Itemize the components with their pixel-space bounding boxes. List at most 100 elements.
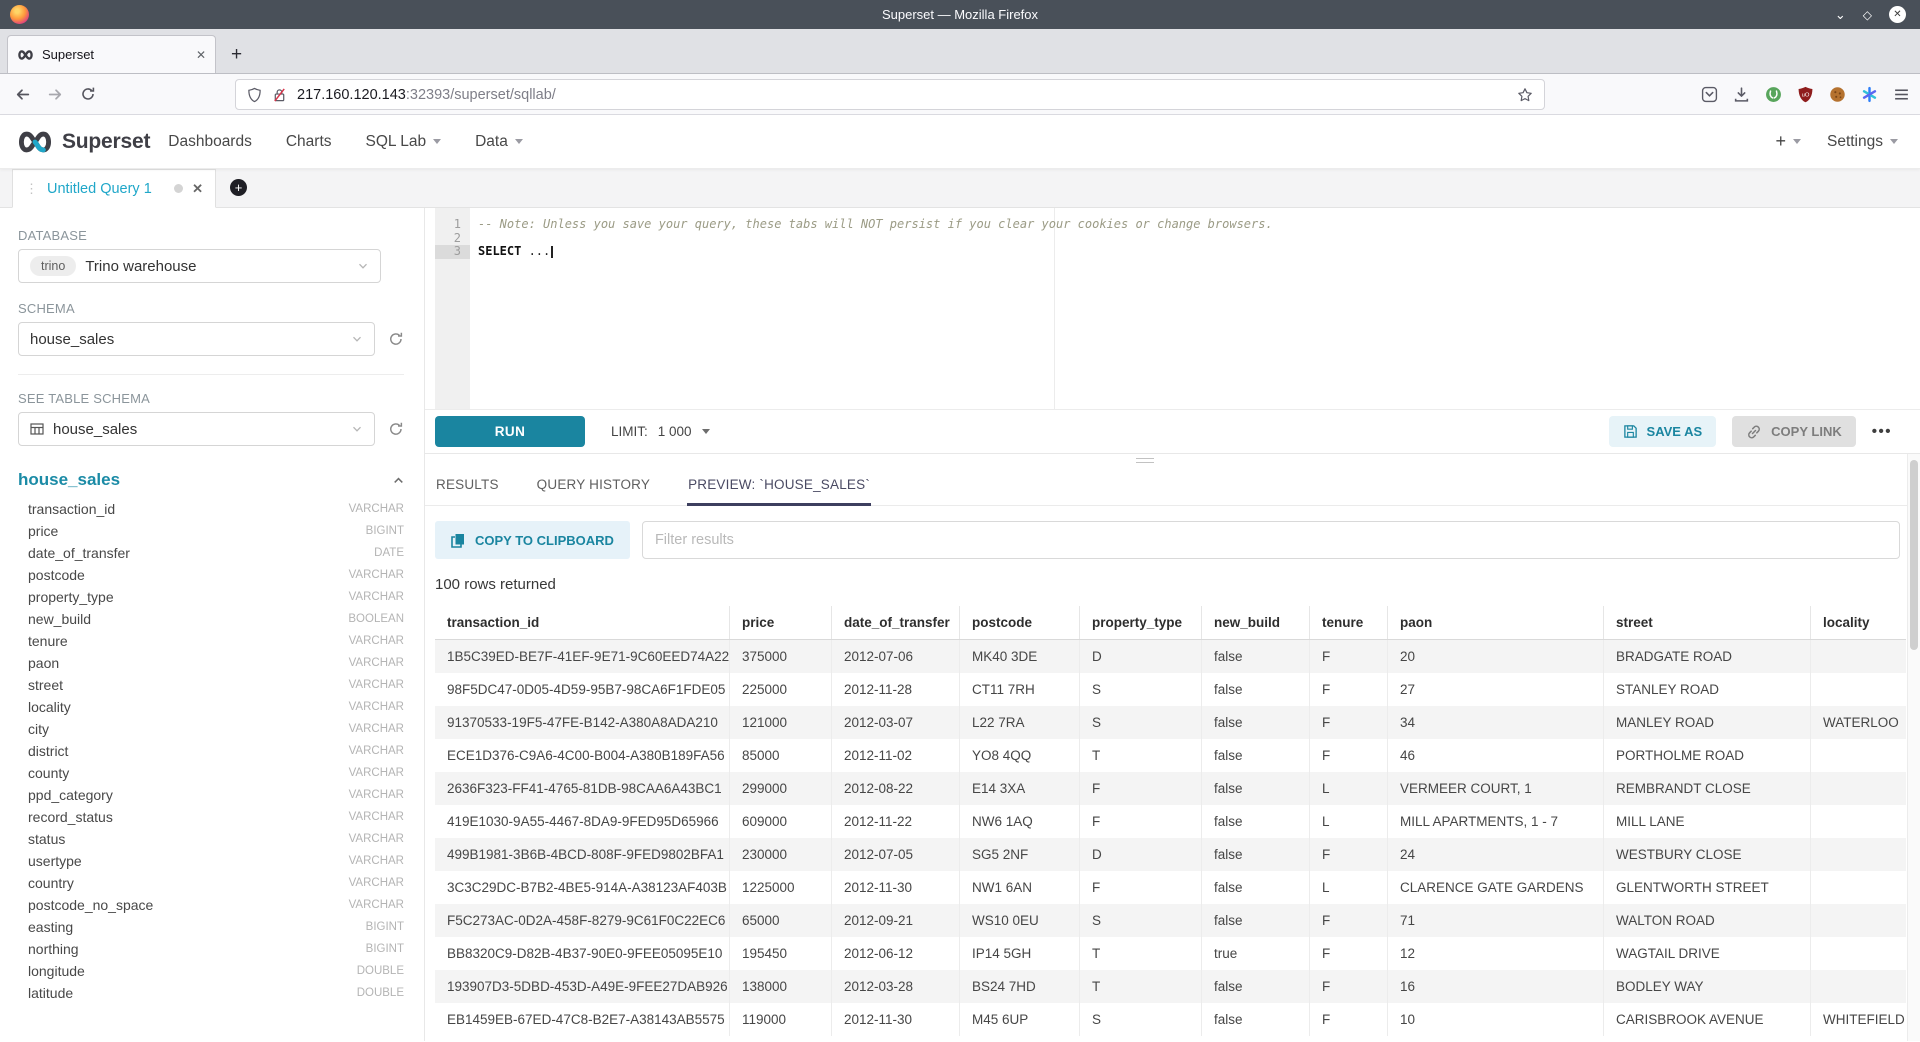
tab-close-icon[interactable]: ✕ [196,48,206,62]
filter-results-input[interactable] [642,521,1900,559]
results-table-body: 1B5C39ED-BE7F-41EF-9E71-9C60EED74A223750… [435,640,1906,1036]
column-header[interactable]: street [1604,606,1811,639]
browser-tab[interactable]: Superset ✕ [7,35,216,73]
tab-results[interactable]: RESULTS [435,471,500,506]
caret-down-icon [1890,139,1898,144]
window-close-icon[interactable]: ✕ [1889,6,1906,23]
drag-handle-icon[interactable]: ⋮ [25,181,38,197]
vertical-scrollbar[interactable] [1907,454,1920,1041]
sql-editor[interactable]: 1 2 3 -- Note: Unless you save your quer… [425,208,1920,409]
add-query-tab-button[interactable]: + [230,179,247,196]
bookmark-star-icon[interactable] [1517,87,1533,103]
copy-link-button[interactable]: COPY LINK [1732,416,1856,447]
limit-dropdown[interactable]: LIMIT: 1 000 [611,424,710,439]
ublock-shield-icon[interactable]: uO [1797,86,1814,103]
column-header[interactable]: paon [1388,606,1604,639]
table-cell: 119000 [730,1003,832,1036]
schema-column-row: new_build BOOLEAN [18,608,404,630]
column-name: usertype [28,853,349,869]
copy-to-clipboard-button[interactable]: COPY TO CLIPBOARD [435,521,630,559]
database-select[interactable]: trino Trino warehouse [18,249,381,283]
refresh-schema-icon[interactable] [388,331,404,347]
column-header[interactable]: property_type [1080,606,1202,639]
column-header[interactable]: new_build [1202,606,1310,639]
table-title[interactable]: house_sales [18,470,392,490]
superset-logo[interactable]: Superset [16,129,150,155]
settings-menu-button[interactable]: Settings [1827,133,1898,151]
sql-text: ... [521,244,550,258]
nav-item-data[interactable]: Data [475,133,523,151]
schema-column-row: property_type VARCHAR [18,586,404,608]
table-cell: SG5 2NF [960,838,1080,871]
column-type: VARCHAR [349,877,404,889]
column-header[interactable]: postcode [960,606,1080,639]
cookie-icon[interactable] [1829,86,1846,103]
query-tab-close-icon[interactable]: ✕ [192,181,203,197]
run-button[interactable]: RUN [435,416,585,447]
schema-column-row: country VARCHAR [18,872,404,894]
reload-icon[interactable] [80,86,96,102]
url-text[interactable]: 217.160.120.143:32393/superset/sqllab/ [297,87,1507,103]
line-number: 3 [435,245,470,259]
column-header[interactable]: tenure [1310,606,1388,639]
column-header[interactable]: transaction_id [435,606,730,639]
table-cell: false [1202,904,1310,937]
nav-item-sql-lab[interactable]: SQL Lab [366,133,442,151]
tab-preview-house-sales[interactable]: PREVIEW: `HOUSE_SALES` [687,471,871,506]
scrollbar-thumb[interactable] [1910,460,1918,650]
back-icon[interactable] [14,86,31,103]
results-tab-bar: RESULTS QUERY HISTORY PREVIEW: `HOUSE_SA… [425,471,1920,506]
collapse-chevron-up-icon[interactable] [392,474,405,487]
menu-hamburger-icon[interactable] [1893,86,1910,103]
column-header[interactable]: date_of_transfer [832,606,960,639]
schema-column-row: northing BIGINT [18,938,404,960]
multicolor-asterisk-icon[interactable] [1861,86,1878,103]
column-type: VARCHAR [349,745,404,757]
editor-content[interactable]: -- Note: Unless you save your query, the… [478,218,1920,259]
schema-column-row: latitude DOUBLE [18,982,404,1004]
refresh-tables-icon[interactable] [388,421,404,437]
column-header[interactable]: locality [1811,606,1906,639]
column-type: VARCHAR [349,701,404,713]
schema-column-row: date_of_transfer DATE [18,542,404,564]
column-header[interactable]: price [730,606,832,639]
query-tab-active[interactable]: ⋮ Untitled Query 1 ✕ [12,169,216,208]
save-as-button[interactable]: SAVE AS [1609,416,1717,447]
table-row: 419E1030-9A55-4467-8DA9-9FED95D659666090… [435,805,1906,838]
splitter-grip-icon[interactable] [1136,458,1154,463]
table-cell: 2012-09-21 [832,904,960,937]
table-schema-value: house_sales [53,421,137,438]
forward-icon[interactable] [47,86,64,103]
table-cell: F [1310,739,1388,772]
schema-select[interactable]: house_sales [18,322,375,356]
nav-item-charts[interactable]: Charts [286,133,332,151]
pocket-icon[interactable] [1701,86,1718,103]
extension-green-icon[interactable] [1765,86,1782,103]
table-cell: L [1310,772,1388,805]
schema-column-row: easting BIGINT [18,916,404,938]
table-cell: PORTHOLME ROAD [1604,739,1811,772]
table-cell: L [1310,871,1388,904]
more-actions-button[interactable]: ••• [1872,423,1892,440]
column-type: DOUBLE [357,965,404,977]
tab-query-history[interactable]: QUERY HISTORY [536,471,651,506]
table-cell: 609000 [730,805,832,838]
column-type: BIGINT [366,525,404,537]
tracking-shield-icon[interactable] [247,87,262,103]
download-icon[interactable] [1733,86,1750,103]
lock-insecure-icon[interactable] [272,87,287,103]
table-cell: 2012-08-22 [832,772,960,805]
chevron-down-icon[interactable]: ⌄ [1835,8,1846,21]
new-tab-button[interactable]: + [231,45,242,64]
table-cell: L [1310,805,1388,838]
maximize-diamond-icon[interactable]: ◇ [1863,9,1872,21]
table-cell [1811,904,1906,937]
schema-column-row: postcode VARCHAR [18,564,404,586]
column-type: VARCHAR [349,855,404,867]
table-schema-select[interactable]: house_sales [18,412,375,446]
url-bar[interactable]: 217.160.120.143:32393/superset/sqllab/ [235,79,1545,110]
add-new-menu-button[interactable]: + [1775,131,1801,152]
nav-item-dashboards[interactable]: Dashboards [168,133,252,151]
column-type: DATE [374,547,404,559]
column-name: district [28,743,349,759]
